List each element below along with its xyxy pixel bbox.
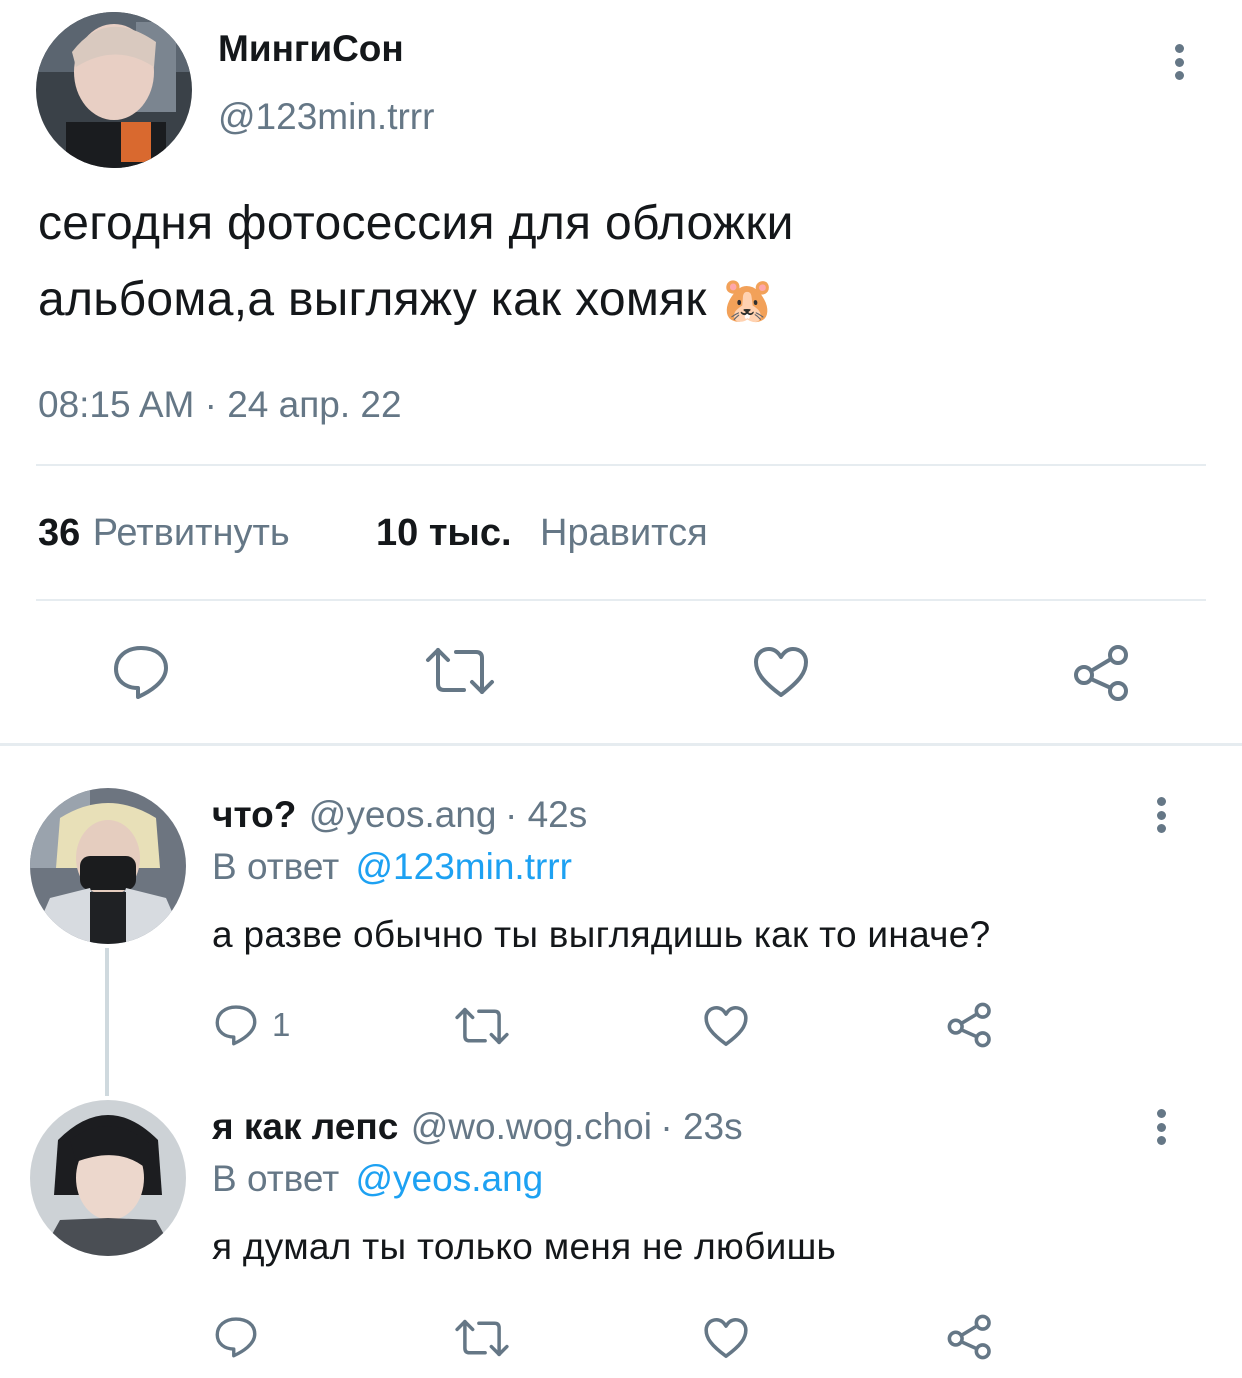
reply-reply-button[interactable]: 1 <box>214 1004 290 1046</box>
reply-retweet-button[interactable] <box>454 1318 510 1358</box>
hamster-emoji: 🐹 <box>720 276 776 325</box>
reply-reply-button[interactable] <box>214 1316 258 1358</box>
reply-more-options-icon[interactable] <box>1155 797 1167 833</box>
reply-like-button[interactable] <box>703 1004 749 1048</box>
reply-share-button[interactable] <box>946 1002 994 1048</box>
reply-text: а разве обычно ты выглядишь как то иначе… <box>212 914 991 955</box>
share-button[interactable] <box>1072 644 1132 702</box>
reply-author-name[interactable]: что? <box>212 794 296 835</box>
reply-context: В ответ @123min.trrr <box>212 846 572 888</box>
reply-context-prefix: В ответ <box>212 846 340 887</box>
reply-age: · 23s <box>660 1106 743 1147</box>
reply-button[interactable] <box>112 644 170 700</box>
likes-label: Нравится <box>540 512 708 554</box>
divider-stats <box>36 599 1206 601</box>
share-icon <box>947 1002 991 1048</box>
reply-author-handle[interactable]: @wo.wog.choi <box>411 1106 652 1147</box>
divider-main-end <box>0 743 1242 746</box>
heart-icon <box>704 1005 748 1047</box>
divider-top <box>36 464 1206 466</box>
like-stats[interactable]: 10 тыс. Нравится <box>376 512 708 555</box>
retweet-icon <box>426 648 494 694</box>
reply-more-options-icon[interactable] <box>1155 1109 1167 1145</box>
tweet-timestamp[interactable]: 08:15 AM · 24 апр. 22 <box>38 384 402 426</box>
reply-age: · 42s <box>504 794 588 835</box>
author-handle[interactable]: @123min.trrr <box>218 96 434 138</box>
thread-connector <box>105 948 109 1096</box>
reply-header: я как лепс @wo.wog.choi · 23s <box>212 1106 743 1148</box>
reply-share-button[interactable] <box>946 1314 994 1360</box>
tweet-text-line-2-text: альбома,а выгляжу как хомяк <box>38 273 707 326</box>
retweets-label: Ретвитнуть <box>92 512 290 554</box>
speech-bubble-icon <box>215 1005 257 1046</box>
reply-retweet-button[interactable] <box>454 1006 510 1046</box>
reply-text: я думал ты только меня не любишь <box>212 1226 837 1267</box>
more-options-icon[interactable] <box>1173 44 1185 80</box>
heart-icon <box>754 647 808 697</box>
author-name[interactable]: МингиСон <box>218 28 404 70</box>
likes-count: 10 тыс. <box>376 512 512 554</box>
reply-to-link[interactable]: @123min.trrr <box>356 846 572 887</box>
retweet-stats[interactable]: 36 Ретвитнуть <box>38 512 290 555</box>
share-icon <box>1074 645 1128 701</box>
like-button[interactable] <box>752 645 810 699</box>
reply-reply-count: 1 <box>272 1006 291 1043</box>
heart-icon <box>704 1317 748 1359</box>
reply-header: что? @yeos.ang · 42s <box>212 794 587 836</box>
share-icon <box>947 1314 991 1360</box>
tweet-text-line-1: сегодня фотосессия для обложки <box>38 197 794 250</box>
reply-like-button[interactable] <box>703 1316 749 1360</box>
author-avatar[interactable] <box>36 12 192 168</box>
speech-bubble-icon <box>215 1317 257 1358</box>
reply-author-name[interactable]: я как лепс <box>212 1106 398 1147</box>
retweet-icon <box>455 1319 509 1357</box>
tweet-text: сегодня фотосессия для обложки альбома,а… <box>38 186 1188 339</box>
reply-to-link[interactable]: @yeos.ang <box>356 1158 544 1199</box>
reply-author-handle[interactable]: @yeos.ang <box>309 794 497 835</box>
reply-context: В ответ @yeos.ang <box>212 1158 543 1200</box>
reply-context-prefix: В ответ <box>212 1158 340 1199</box>
reply-avatar[interactable] <box>30 1100 186 1256</box>
retweet-icon <box>455 1007 509 1045</box>
retweets-count: 36 <box>38 512 81 554</box>
tweet-text-line-2: альбома,а выгляжу как хомяк 🐹 <box>38 262 1188 339</box>
reply-avatar[interactable] <box>30 788 186 944</box>
retweet-button[interactable] <box>424 646 496 696</box>
speech-bubble-icon <box>114 646 168 699</box>
